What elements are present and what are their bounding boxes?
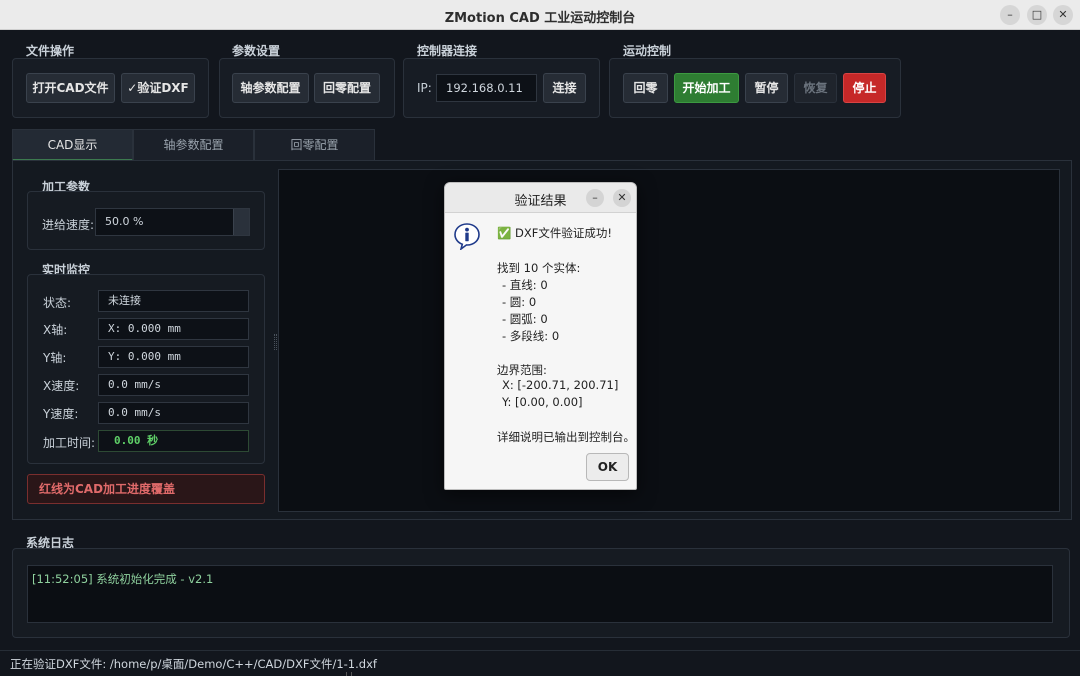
dialog-bounds-y: Y: [0.00, 0.00]: [502, 395, 583, 409]
status-label: 状态:: [43, 296, 72, 310]
params-title: 参数设置: [232, 44, 281, 58]
y-speed-value: 0.0 mm/s: [98, 402, 249, 424]
window-title: ZMotion CAD 工业运动控制台: [444, 11, 636, 26]
home-config-button[interactable]: 回零配置: [314, 73, 380, 103]
window-titlebar: ZMotion CAD 工业运动控制台 – □ ✕: [0, 0, 1080, 30]
x-axis-label: X轴:: [43, 323, 68, 337]
verify-result-dialog: 验证结果 – ✕ ✅ DXF文件验证成功! 找到 10 个实体: - 直线: 0…: [444, 182, 637, 490]
x-axis-value: X: 0.000 mm: [98, 318, 249, 340]
dialog-minimize-button[interactable]: –: [586, 189, 604, 207]
machining-time-label: 加工时间:: [43, 436, 96, 450]
log-entry: [11:52:05] 系统初始化完成 - v2.1: [32, 572, 214, 586]
feed-speed-spinbox[interactable]: 50.0 %: [95, 208, 250, 236]
x-speed-label: X速度:: [43, 379, 80, 393]
cad-canvas[interactable]: [278, 169, 1060, 512]
tab-axis-config[interactable]: 轴参数配置: [133, 129, 254, 161]
open-cad-button[interactable]: 打开CAD文件: [26, 73, 115, 103]
y-axis-value: Y: 0.000 mm: [98, 346, 249, 368]
file-ops-title: 文件操作: [26, 44, 75, 58]
axis-config-button[interactable]: 轴参数配置: [232, 73, 309, 103]
dialog-circles-count: - 圆: 0: [502, 295, 537, 309]
ok-button[interactable]: OK: [586, 453, 629, 481]
maximize-button[interactable]: □: [1027, 5, 1047, 25]
dialog-close-button[interactable]: ✕: [613, 189, 631, 207]
feed-speed-stepper[interactable]: [233, 209, 249, 235]
dialog-console-note: 详细说明已输出到控制台。: [497, 430, 635, 444]
log-area[interactable]: [11:52:05] 系统初始化完成 - v2.1: [27, 565, 1053, 623]
x-speed-value: 0.0 mm/s: [98, 374, 249, 396]
home-button[interactable]: 回零: [623, 73, 668, 103]
ip-input[interactable]: 192.168.0.11: [436, 74, 537, 102]
status-bar-grip: [346, 672, 352, 676]
verify-dxf-button[interactable]: ✓验证DXF: [121, 73, 195, 103]
status-bar-text: 正在验证DXF文件: /home/p/桌面/Demo/C++/CAD/DXF文件…: [10, 657, 377, 671]
controller-title: 控制器连接: [417, 44, 478, 58]
minimize-button[interactable]: –: [1000, 5, 1020, 25]
tab-cad-display[interactable]: CAD显示: [12, 129, 133, 161]
dialog-bounds-title: 边界范围:: [497, 363, 547, 377]
resume-button[interactable]: 恢复: [794, 73, 837, 103]
ip-label: IP:: [417, 81, 432, 95]
pause-button[interactable]: 暂停: [745, 73, 788, 103]
motion-title: 运动控制: [623, 44, 672, 58]
stop-button[interactable]: 停止: [843, 73, 886, 103]
status-value: 未连接: [98, 290, 249, 312]
status-bar: 正在验证DXF文件: /home/p/桌面/Demo/C++/CAD/DXF文件…: [0, 650, 1080, 676]
feed-speed-label: 进给速度:: [42, 218, 95, 232]
info-icon: [454, 223, 480, 250]
progress-overlay-notice: 红线为CAD加工进度覆盖: [27, 474, 265, 504]
dialog-polylines-count: - 多段线: 0: [502, 329, 560, 343]
dialog-lines-count: - 直线: 0: [502, 278, 548, 292]
machining-time-value: 0.00 秒: [98, 430, 249, 452]
connect-button[interactable]: 连接: [543, 73, 586, 103]
start-machining-button[interactable]: 开始加工: [674, 73, 739, 103]
dialog-title: 验证结果: [514, 194, 567, 209]
y-axis-label: Y轴:: [43, 351, 67, 365]
dialog-bounds-x: X: [-200.71, 200.71]: [502, 378, 619, 392]
dialog-titlebar: 验证结果 – ✕: [445, 183, 636, 213]
splitter-handle[interactable]: [274, 334, 277, 350]
dialog-entities-line: 找到 10 个实体:: [497, 261, 581, 275]
dialog-success-line: ✅ DXF文件验证成功!: [497, 226, 612, 240]
y-speed-label: Y速度:: [43, 407, 79, 421]
dialog-arcs-count: - 圆弧: 0: [502, 312, 548, 326]
tab-home-config[interactable]: 回零配置: [254, 129, 375, 161]
close-button[interactable]: ✕: [1053, 5, 1073, 25]
